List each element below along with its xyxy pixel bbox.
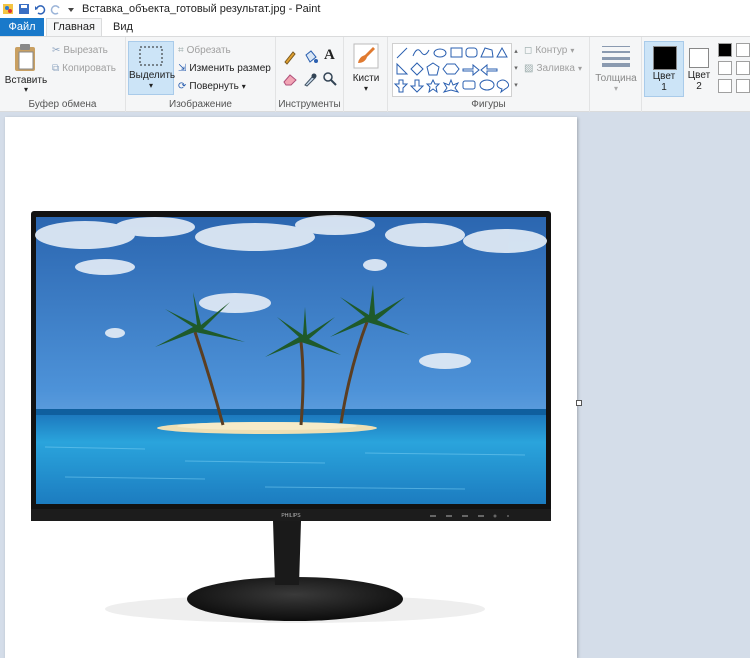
customize-quick-access-icon[interactable] <box>66 3 76 15</box>
image-group-label: Изображение <box>169 99 232 110</box>
color2-label: Цвет <box>687 70 711 81</box>
save-icon[interactable] <box>18 3 30 15</box>
paste-icon <box>15 44 35 71</box>
select-rectangle-icon <box>139 46 163 66</box>
resize-icon: ⇲ <box>178 63 187 74</box>
brushes-group: Кисти ▾ <box>344 37 388 112</box>
fill-button[interactable]: ▨ Заливка ▾ <box>524 63 582 74</box>
crop-label: Обрезать <box>186 45 231 56</box>
shapes-scroll[interactable]: ▴ ▾ ▾ <box>512 43 520 95</box>
fill-bucket-icon[interactable] <box>302 49 318 65</box>
size-group: Толщина ▾ <box>590 37 642 112</box>
chevron-down-icon: ▾ <box>23 85 28 94</box>
cut-button[interactable]: ✂ Вырезать <box>52 45 108 56</box>
select-button[interactable]: Выделить ▾ <box>128 41 176 95</box>
tab-file[interactable]: Файл <box>0 18 44 36</box>
quick-access-toolbar <box>0 3 76 15</box>
paste-button[interactable]: Вставить ▾ <box>4 41 48 95</box>
fill-label: Заливка <box>536 63 575 74</box>
drawing-canvas[interactable]: PHILIPS <box>5 117 577 658</box>
outline-label: Контур <box>535 45 568 56</box>
magnifier-icon[interactable] <box>322 71 338 87</box>
fill-icon: ▨ <box>524 63 534 74</box>
chevron-down-icon: ▾ <box>577 64 582 73</box>
tools-group: A Инструменты <box>276 37 344 112</box>
scissors-icon: ✂ <box>52 45 61 56</box>
copy-label: Копировать <box>62 63 116 74</box>
monitor-screen <box>35 215 547 504</box>
paint-app-icon <box>3 4 13 14</box>
clipboard-group: Вставить ▾ ✂ Вырезать ⧉ Копировать Буфер… <box>0 37 126 112</box>
clipboard-group-label: Буфер обмена <box>28 99 97 110</box>
canvas-resize-handle[interactable] <box>576 400 582 406</box>
window-title: Вставка_объекта_готовый результат.jpg - … <box>82 3 321 15</box>
rotate-icon: ⟳ <box>178 81 187 92</box>
chevron-down-icon: ▾ <box>570 46 575 55</box>
color1-label: Цвет <box>652 71 676 82</box>
undo-icon[interactable] <box>34 3 46 15</box>
eraser-icon[interactable] <box>282 71 298 87</box>
color2-swatch <box>689 48 709 68</box>
chevron-down-icon: ▾ <box>613 84 618 93</box>
copy-icon: ⧉ <box>52 63 60 74</box>
tab-view[interactable]: Вид <box>108 18 138 36</box>
title-bar: Вставка_объекта_готовый результат.jpg - … <box>0 0 750 18</box>
resize-button[interactable]: ⇲ Изменить размер <box>178 63 271 74</box>
tools-group-label: Инструменты <box>278 99 341 110</box>
brushes-label: Кисти <box>352 73 380 84</box>
text-icon[interactable]: A <box>324 47 335 64</box>
color1-swatch <box>653 46 677 70</box>
shapes-gallery-icons <box>393 46 510 94</box>
crop-button[interactable]: ⌗ Обрезать <box>178 45 231 56</box>
ribbon: Вставить ▾ ✂ Вырезать ⧉ Копировать Буфер… <box>0 36 750 112</box>
rotate-button[interactable]: ⟳ Повернуть ▾ <box>178 81 246 92</box>
chevron-down-icon: ▾ <box>148 81 153 90</box>
image-group: Выделить ▾ ⌗ Обрезать ⇲ Изменить размер … <box>126 37 276 112</box>
rotate-label: Повернуть <box>189 81 239 92</box>
palette-custom-4[interactable] <box>736 79 750 93</box>
palette-custom-2[interactable] <box>736 61 750 75</box>
outline-button[interactable]: ◻ Контур ▾ <box>524 45 574 56</box>
resize-label: Изменить размер <box>189 63 271 74</box>
canvas-area: PHILIPS <box>0 112 750 658</box>
size-button[interactable]: Толщина ▾ <box>592 41 640 95</box>
crop-icon: ⌗ <box>178 45 184 56</box>
chevron-down-icon: ▾ <box>241 82 246 91</box>
select-label: Выделить <box>129 70 176 81</box>
shapes-group: ▴ ▾ ▾ ◻ Контур ▾ ▨ Заливка ▾ Фигуры <box>388 37 590 112</box>
brush-icon <box>353 43 379 69</box>
monitor-stand-neck <box>273 521 301 585</box>
color2-button[interactable]: Цвет 2 <box>686 41 712 97</box>
monitor-image: PHILIPS <box>31 211 551 623</box>
shapes-group-label: Фигуры <box>471 99 506 110</box>
brushes-button[interactable]: Кисти ▾ <box>346 41 386 95</box>
ribbon-tabs: Файл Главная Вид <box>0 18 750 36</box>
color-picker-icon[interactable] <box>302 71 318 87</box>
redo-icon[interactable] <box>50 3 62 15</box>
shapes-gallery[interactable] <box>392 43 512 97</box>
line-width-icon <box>602 46 630 67</box>
color1-number: 1 <box>661 82 667 93</box>
pencil-icon[interactable] <box>282 49 298 65</box>
copy-button[interactable]: ⧉ Копировать <box>52 63 116 74</box>
size-label: Толщина <box>595 73 637 84</box>
monitor-brand-label: PHILIPS <box>281 513 301 519</box>
palette-black[interactable] <box>718 43 732 57</box>
tab-home[interactable]: Главная <box>46 18 102 36</box>
color1-button[interactable]: Цвет 1 <box>644 41 684 97</box>
cut-label: Вырезать <box>63 45 108 56</box>
palette-white[interactable] <box>736 43 750 57</box>
color2-number: 2 <box>696 81 702 92</box>
palette-custom-1[interactable] <box>718 61 732 75</box>
palette-custom-3[interactable] <box>718 79 732 93</box>
outline-icon: ◻ <box>524 45 533 56</box>
chevron-down-icon: ▾ <box>363 84 368 93</box>
